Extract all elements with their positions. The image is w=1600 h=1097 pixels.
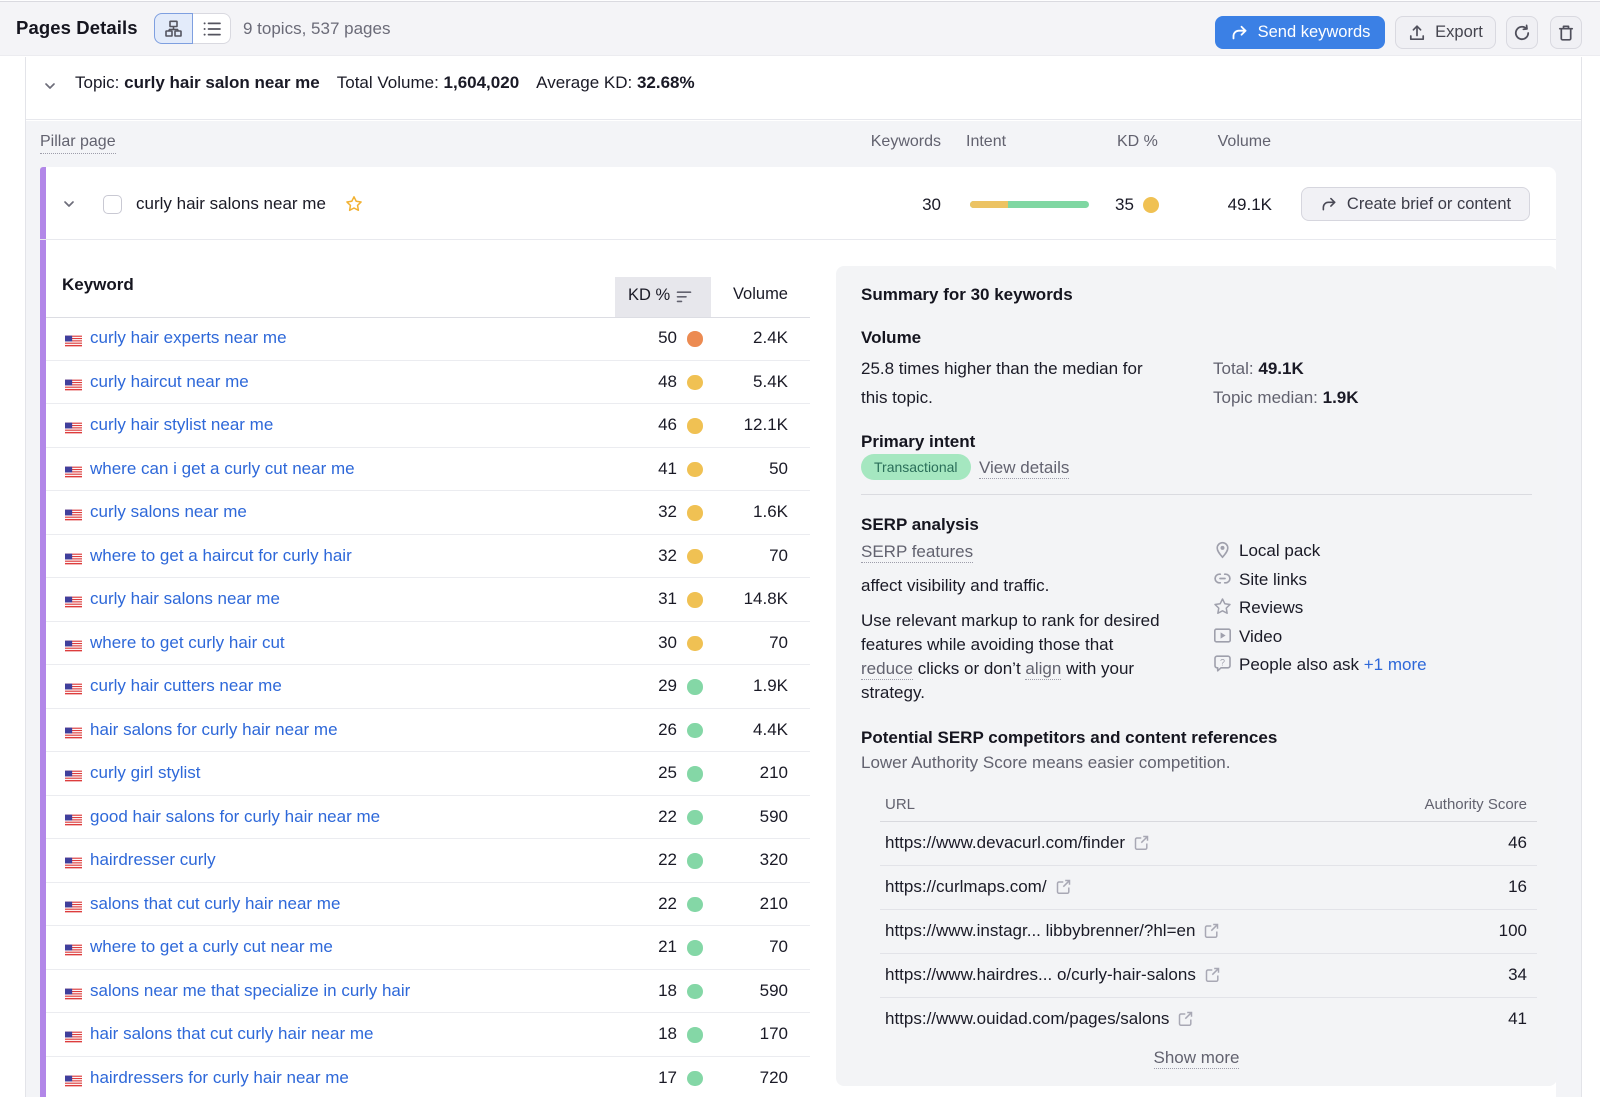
svg-text:?: ? [1220,657,1225,667]
